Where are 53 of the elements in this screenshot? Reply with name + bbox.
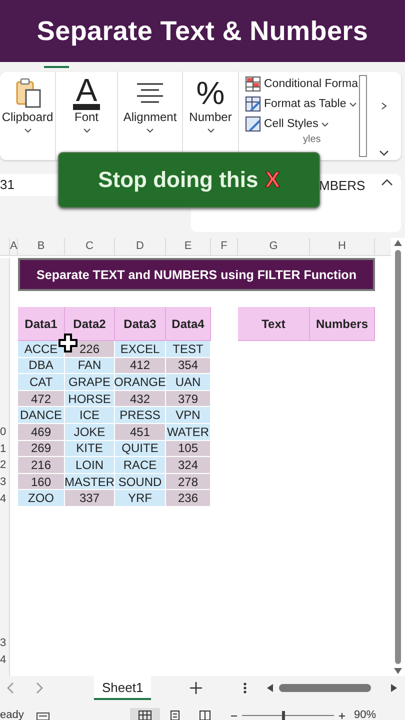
sheet-title: Separate TEXT and NUMBERS using FILTER Function [18,258,375,291]
table-cell: ZOO [18,490,65,507]
table-cell: 412 [115,358,166,374]
table-cell: 278 [166,474,211,490]
table-cell: 105 [166,440,211,458]
header-cell: Data1 [18,307,65,341]
table-cell: ACCE [18,341,65,358]
table-cell: JOKE [65,424,115,441]
table-cell: 379 [166,390,211,408]
table-cell: TEST [166,341,211,358]
table-cell: YRF [115,490,166,507]
table-cell: CAT [18,374,65,391]
status-text: eady [0,710,25,720]
table-cell: LOIN [65,457,115,474]
table-cell: HORSE [65,390,115,408]
table-cell: UAN [166,374,211,391]
table-cell: 432 [115,390,166,408]
table-cell: 337 [65,490,115,507]
table-cell: FAN [65,358,115,374]
ribbon-icon: % [196,76,225,110]
table-cell: SOUND [115,474,166,490]
table-cell: QUITE [115,440,166,458]
video-title: Separate Text & Numbers [36,16,368,46]
table-cell: 469 [18,424,65,441]
header-cell: Numbers [310,307,375,341]
formula-text: MBERS [319,178,366,195]
table-cell: PRESS [115,407,166,424]
toast-text: Stop doing this [98,167,258,193]
table-cell: 451 [115,424,166,441]
header-cell: Data2 [65,307,115,341]
table-cell: ORANGE [115,374,166,391]
table-cell: EXCEL [115,341,166,358]
group-label: yles [303,134,322,145]
table-cell: 472 [18,390,65,408]
table-cell: MASTER [65,474,115,490]
table-cell: 324 [166,457,211,474]
table-cell: 269 [18,440,65,458]
table-cell: DBA [18,358,65,374]
table-cell: 160 [18,474,65,490]
table-cell: KITE [65,440,115,458]
header-cell: Data4 [166,307,211,341]
table-cell: VPN [166,407,211,424]
table-cell: DANCE [18,407,65,424]
table-cell: 236 [166,490,211,507]
table-cell: WATER [166,424,211,441]
table-cell: 216 [18,457,65,474]
table-cell: GRAPE [65,374,115,391]
table-cell: ICE [65,407,115,424]
table-cell: RACE [115,457,166,474]
header-cell: Data3 [115,307,166,341]
cross-mark: X [265,167,280,193]
table-cell: 354 [166,358,211,374]
header-cell: Text [238,307,310,341]
